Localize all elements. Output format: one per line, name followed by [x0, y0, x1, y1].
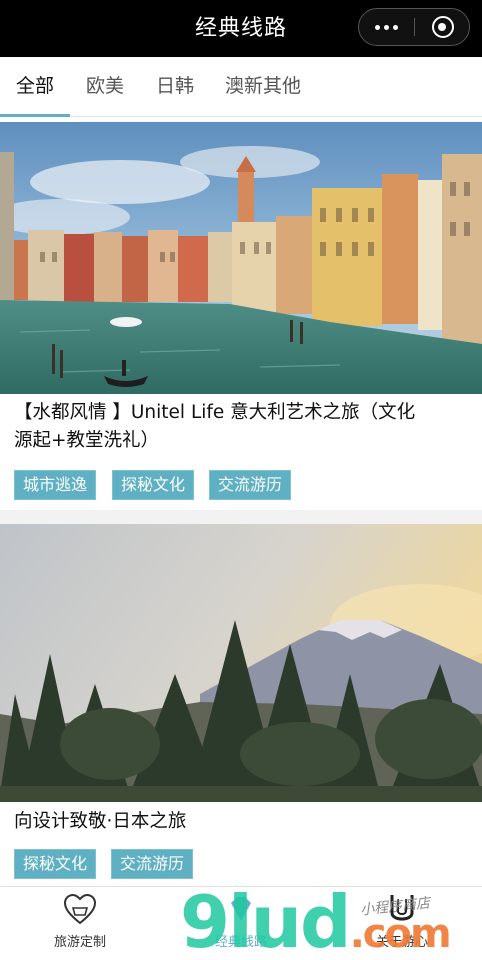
route-title: 向设计致敬·日本之旅	[14, 811, 187, 832]
tab-all[interactable]: 全部	[16, 57, 54, 117]
category-tabs: 全部 欧美 日韩 澳新其他	[0, 57, 482, 117]
route-card[interactable]: 向设计致敬·日本之旅 探秘文化 交流游历	[0, 524, 482, 886]
tab-oceania-other[interactable]: 澳新其他	[225, 57, 301, 117]
tabbar-item-custom-travel[interactable]: 旅游定制	[0, 887, 160, 960]
tag-label: 交流游历	[111, 849, 194, 879]
more-options-button[interactable]	[359, 9, 414, 45]
close-mini-program-button[interactable]	[415, 9, 470, 45]
route-title: 【水都风情 】Unitel Life 意大利艺术之旅（文化 源起+教堂洗礼）	[14, 402, 416, 451]
tag-label: 探秘文化	[14, 849, 97, 879]
card-separator	[0, 510, 482, 524]
venice-canal-image[interactable]	[0, 122, 482, 394]
tag-label: 城市逃逸	[14, 470, 97, 500]
mount-fuji-image[interactable]	[0, 524, 482, 802]
tag-label: 探秘文化	[112, 470, 195, 500]
tab-europe-america[interactable]: 欧美	[86, 57, 124, 117]
tag-label: 交流游历	[209, 470, 292, 500]
tab-japan-korea[interactable]: 日韩	[156, 57, 194, 117]
mini-program-capsule	[358, 8, 470, 46]
heart-badge-icon	[63, 893, 97, 925]
top-navbar: 经典线路	[0, 0, 482, 57]
more-dots-icon	[375, 24, 380, 30]
route-card[interactable]: 【水都风情 】Unitel Life 意大利艺术之旅（文化 源起+教堂洗礼） 城…	[0, 117, 482, 523]
close-target-icon	[431, 16, 454, 38]
tabbar-label: 旅游定制	[53, 935, 106, 950]
